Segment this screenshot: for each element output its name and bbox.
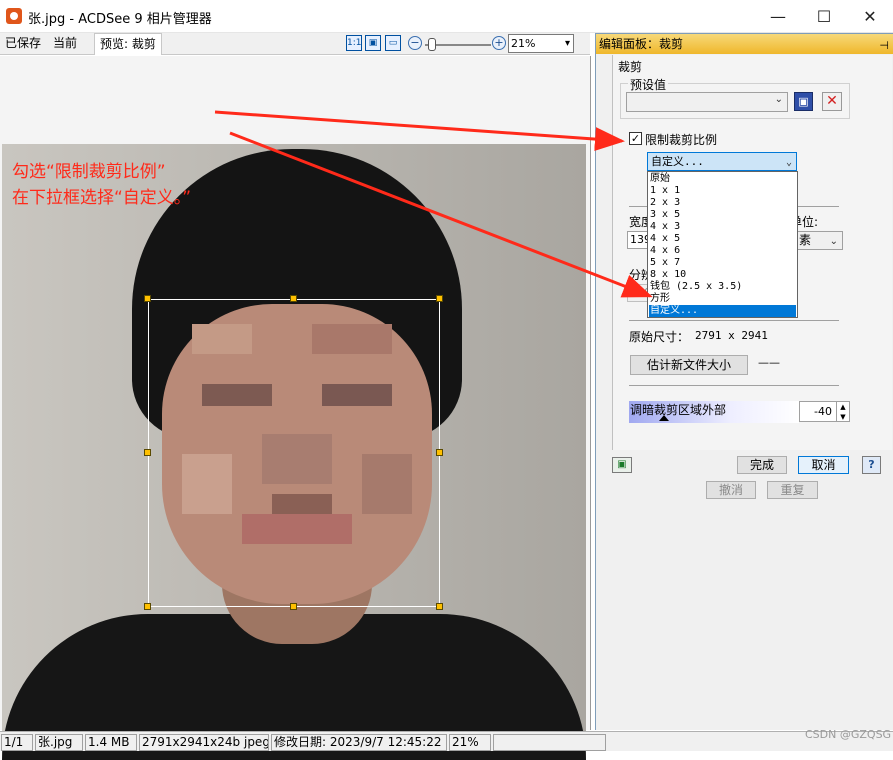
- ratio-option-8x10[interactable]: 8 x 10: [649, 269, 796, 281]
- ratio-option-3x5[interactable]: 3 x 5: [649, 209, 796, 221]
- status-modified: 修改日期: 2023/9/7 12:45:22: [271, 734, 447, 751]
- image-viewer: 勾选“限制裁剪比例” 在下拉框选择“自定义。”: [0, 56, 591, 760]
- crop-handle-bottom-right[interactable]: [436, 603, 443, 610]
- ratio-option-4x3[interactable]: 4 x 3: [649, 221, 796, 233]
- crop-handle-bottom-left[interactable]: [144, 603, 151, 610]
- separator: [629, 320, 839, 321]
- status-dimensions: 2791x2941x24b jpeg: [139, 734, 269, 751]
- undo-button[interactable]: 撤消: [706, 481, 756, 499]
- estimate-size-button[interactable]: 估计新文件大小: [630, 355, 748, 375]
- view-toolbar: 已保存 当前 预览: 裁剪 1:1 ▣ ▭ − + 21% ▾: [0, 33, 590, 55]
- watermark: CSDN @GZQSG: [805, 728, 892, 741]
- spin-down-icon[interactable]: ▼: [836, 412, 849, 422]
- estimate-size-result: ——: [758, 356, 780, 369]
- done-button[interactable]: 完成: [737, 456, 787, 474]
- ratio-select[interactable]: 自定义... ⌄: [647, 152, 797, 171]
- crop-handle-bottom[interactable]: [290, 603, 297, 610]
- status-zoom: 21%: [449, 734, 491, 751]
- redo-button[interactable]: 重复: [767, 481, 818, 499]
- crop-handle-right[interactable]: [436, 449, 443, 456]
- unit-select[interactable]: 素 ⌄: [796, 231, 843, 250]
- crop-handle-left[interactable]: [144, 449, 151, 456]
- panel-options-icon[interactable]: ▣: [612, 457, 632, 473]
- annotation-line-1: 勾选“限制裁剪比例”: [12, 162, 166, 182]
- help-icon[interactable]: ?: [862, 456, 881, 474]
- ratio-option-square[interactable]: 方形: [649, 293, 796, 305]
- pin-icon[interactable]: ⊣: [879, 36, 889, 56]
- darken-outside-value: -40: [814, 405, 832, 418]
- maximize-button[interactable]: ☐: [801, 0, 847, 33]
- ratio-select-value: 自定义...: [651, 155, 704, 168]
- zoom-out-icon[interactable]: −: [408, 36, 422, 50]
- ratio-option-5x7[interactable]: 5 x 7: [649, 257, 796, 269]
- status-blank: [493, 734, 606, 751]
- cancel-button[interactable]: 取消: [798, 456, 849, 474]
- spin-up-icon[interactable]: ▲: [836, 402, 849, 412]
- crop-handle-top-left[interactable]: [144, 295, 151, 302]
- original-size-label: 原始尺寸：: [629, 330, 690, 344]
- title-bar: 张.jpg - ACDSee 9 相片管理器 — ☐ ✕: [0, 0, 893, 33]
- width-input[interactable]: 139: [627, 231, 649, 249]
- save-preset-icon[interactable]: ▣: [794, 92, 813, 111]
- separator: [629, 385, 839, 386]
- ratio-option-1x1[interactable]: 1 x 1: [649, 185, 796, 197]
- close-button[interactable]: ✕: [847, 0, 893, 33]
- chevron-down-icon: ⌄: [785, 157, 792, 168]
- fit-image-icon[interactable]: ▣: [365, 35, 381, 51]
- constrain-ratio-label: 限制裁剪比例: [645, 133, 718, 147]
- tab-saved[interactable]: 已保存: [0, 33, 46, 55]
- panel-header: 编辑面板：裁剪 ⊣: [596, 34, 893, 54]
- crop-section-title: 裁剪: [618, 60, 643, 74]
- instruction-annotation: 勾选“限制裁剪比例” 在下拉框选择“自定义。”: [12, 159, 191, 211]
- preset-label: 预设值: [628, 76, 669, 93]
- tab-preview-crop[interactable]: 预览: 裁剪: [94, 33, 162, 55]
- status-filename: 张.jpg: [35, 734, 83, 751]
- ratio-option-custom[interactable]: 自定义...: [649, 305, 796, 317]
- ratio-option-wallet[interactable]: 钱包 (2.5 x 3.5): [649, 281, 796, 293]
- darken-outside-label: 调暗裁剪区域外部: [630, 403, 727, 417]
- status-filesize: 1.4 MB: [85, 734, 137, 751]
- photo-preview[interactable]: [2, 144, 586, 760]
- actual-size-icon[interactable]: 1:1: [346, 35, 362, 51]
- chevron-down-icon: ⌄: [829, 236, 838, 247]
- annotation-line-2: 在下拉框选择“自定义。”: [12, 188, 192, 208]
- delete-preset-icon[interactable]: ✕: [822, 92, 842, 111]
- acdsee-app-icon: [6, 8, 22, 24]
- panel-header-title: 编辑面板：裁剪: [599, 37, 684, 51]
- resolution-input[interactable]: 300: [627, 284, 649, 302]
- chevron-down-icon: ⌄: [774, 94, 783, 105]
- tab-current[interactable]: 当前: [48, 33, 82, 55]
- crop-handle-top-right[interactable]: [436, 295, 443, 302]
- ratio-dropdown-list: 原始 1 x 1 2 x 3 3 x 5 4 x 3 4 x 5 4 x 6 5…: [647, 171, 798, 318]
- status-bar: 1/1 张.jpg 1.4 MB 2791x2941x24b jpeg 修改日期…: [0, 731, 893, 751]
- slider-thumb-icon[interactable]: [659, 415, 669, 421]
- chevron-down-icon: ▾: [564, 38, 570, 49]
- crop-rectangle[interactable]: [148, 299, 440, 607]
- original-size-value: 2791 x 2941: [695, 329, 768, 342]
- crop-handle-top[interactable]: [290, 295, 297, 302]
- zoom-select[interactable]: 21% ▾: [508, 34, 574, 53]
- ratio-option-original[interactable]: 原始: [649, 173, 796, 185]
- ratio-option-4x6[interactable]: 4 x 6: [649, 245, 796, 257]
- ratio-option-4x5[interactable]: 4 x 5: [649, 233, 796, 245]
- zoom-slider-thumb[interactable]: [428, 38, 436, 51]
- darken-outside-slider[interactable]: 调暗裁剪区域外部: [629, 401, 799, 423]
- unit-select-value: 素: [799, 233, 812, 247]
- minimize-button[interactable]: —: [755, 0, 801, 33]
- zoom-select-value: 21%: [511, 37, 536, 50]
- ratio-option-2x3[interactable]: 2 x 3: [649, 197, 796, 209]
- constrain-ratio-checkbox[interactable]: ✓: [629, 132, 642, 145]
- darken-outside-spinner[interactable]: -40 ▲ ▼: [799, 401, 850, 422]
- window-title: 张.jpg - ACDSee 9 相片管理器: [28, 12, 212, 27]
- preset-select[interactable]: ⌄: [626, 92, 788, 112]
- fit-window-icon[interactable]: ▭: [385, 35, 401, 51]
- zoom-in-icon[interactable]: +: [492, 36, 506, 50]
- status-index: 1/1: [1, 734, 33, 751]
